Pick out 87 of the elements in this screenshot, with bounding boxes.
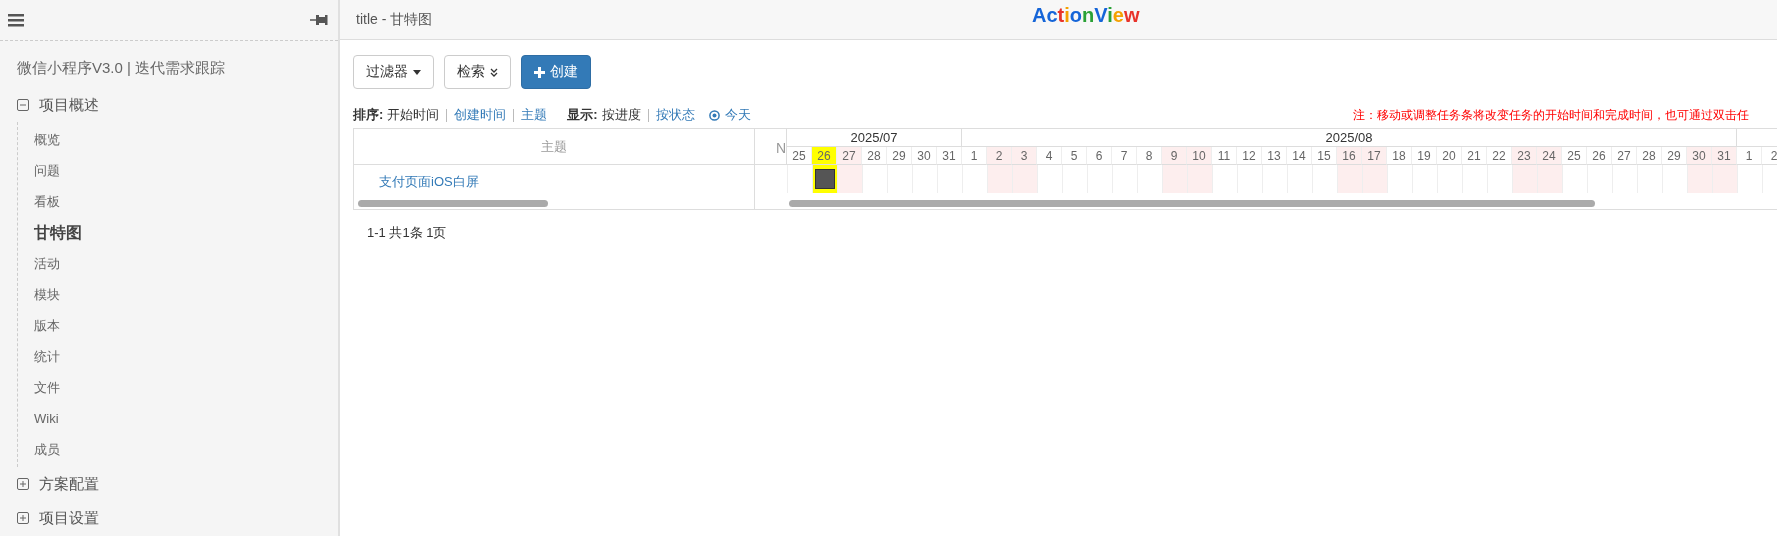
day-header: 3 [1012, 147, 1037, 165]
day-header: 28 [1637, 147, 1662, 165]
pagination-info: 1-1 共1条 1页 [367, 224, 448, 242]
logo-letter: n [1082, 4, 1095, 26]
sidebar-item[interactable]: 统计 [34, 341, 338, 372]
day-header: 31 [937, 147, 962, 165]
sidebar-group[interactable]: 项目概述 [39, 95, 99, 115]
option-label: 排序: [353, 106, 384, 124]
day-header: 1 [1737, 147, 1762, 165]
logo-letter: o [1069, 4, 1083, 26]
option-link[interactable]: 主题 [521, 106, 548, 124]
collapse-icon[interactable] [17, 99, 29, 111]
sidebar-item[interactable]: 甘特图 [34, 217, 338, 248]
sidebar-item[interactable]: Wiki [34, 403, 338, 434]
filter-dropdown[interactable]: 过滤器 [353, 55, 434, 89]
logo-letter: c [1046, 4, 1058, 26]
day-header: 4 [1037, 147, 1062, 165]
scrollbar[interactable] [789, 200, 1595, 207]
day-header: 14 [1287, 147, 1312, 165]
day-header: 26 [1587, 147, 1612, 165]
sidebar-item[interactable]: 成员 [34, 434, 338, 465]
day-header: 17 [1362, 147, 1387, 165]
project-title: 微信小程序V3.0 | 迭代需求跟踪 [16, 58, 227, 78]
sidebar-group[interactable]: 方案配置 [39, 474, 99, 494]
column-header: N [755, 129, 787, 165]
logo-letter: e [1112, 4, 1124, 26]
day-header: 2 [987, 147, 1012, 165]
day-header: 31 [1712, 147, 1737, 165]
scrollbar[interactable] [358, 200, 548, 207]
day-header: 9 [1162, 147, 1187, 165]
option-link[interactable]: 开始时间 [387, 106, 440, 124]
day-header: 30 [1687, 147, 1712, 165]
today-link[interactable]: 今天 [708, 106, 751, 124]
sidebar-item[interactable]: 概览 [34, 124, 338, 155]
day-header: 10 [1187, 147, 1212, 165]
day-header: 23 [1512, 147, 1537, 165]
logo-letter: i [1064, 4, 1070, 26]
logo-letter: V [1094, 4, 1108, 26]
sidebar-item[interactable]: 活动 [34, 248, 338, 279]
day-header: 21 [1462, 147, 1487, 165]
expand-icon[interactable] [17, 478, 29, 490]
day-header: 2 [1762, 147, 1777, 165]
option-label: 显示: [567, 106, 598, 124]
create-button[interactable]: 创建 [521, 55, 591, 89]
day-header: 6 [1087, 147, 1112, 165]
day-header: 11 [1212, 147, 1237, 165]
day-header: 25 [1562, 147, 1587, 165]
day-header: 24 [1537, 147, 1562, 165]
menu-icon[interactable] [8, 13, 24, 27]
day-header: 30 [912, 147, 937, 165]
double-chevron-icon [490, 67, 498, 77]
sidebar-item[interactable]: 模块 [34, 279, 338, 310]
task-link[interactable]: 支付页面iOS白屏 [379, 174, 479, 189]
sidebar-item[interactable]: 文件 [34, 372, 338, 403]
column-header: 主题 [354, 129, 754, 165]
logo-letter: i [1107, 4, 1113, 26]
expand-icon[interactable] [17, 512, 29, 524]
day-header: 5 [1062, 147, 1087, 165]
option-link[interactable]: 按状态 [655, 106, 695, 124]
day-header: 28 [862, 147, 887, 165]
option-link[interactable]: 按进度 [601, 106, 641, 124]
pin-icon[interactable] [310, 13, 328, 27]
sidebar-group[interactable]: 项目设置 [39, 508, 99, 528]
day-header: 20 [1437, 147, 1462, 165]
logo-letter: w [1123, 4, 1140, 26]
plus-icon [534, 66, 545, 78]
day-header: 27 [837, 147, 862, 165]
search-toggle-button[interactable]: 检索 [444, 55, 511, 89]
option-link[interactable]: 创建时间 [454, 106, 507, 124]
day-header: 12 [1237, 147, 1262, 165]
page-title: title - 甘特图 [356, 10, 433, 29]
day-header: 7 [1112, 147, 1137, 165]
sidebar-item[interactable]: 问题 [34, 155, 338, 186]
day-header: 27 [1612, 147, 1637, 165]
day-header: 29 [887, 147, 912, 165]
logo-letter: t [1057, 4, 1065, 26]
logo-letter: A [1032, 4, 1047, 26]
sidebar-item[interactable]: 看板 [34, 186, 338, 217]
day-header: 13 [1262, 147, 1287, 165]
day-header: 26 [812, 147, 837, 165]
caret-icon [413, 69, 421, 75]
target-icon [708, 109, 720, 121]
day-header: 19 [1412, 147, 1437, 165]
day-header: 16 [1337, 147, 1362, 165]
sidebar-item[interactable]: 版本 [34, 310, 338, 341]
day-header: 18 [1387, 147, 1412, 165]
hint-text: 注：移动或调整任务条将改变任务的开始时间和完成时间，也可通过双击任 [1353, 106, 1749, 124]
